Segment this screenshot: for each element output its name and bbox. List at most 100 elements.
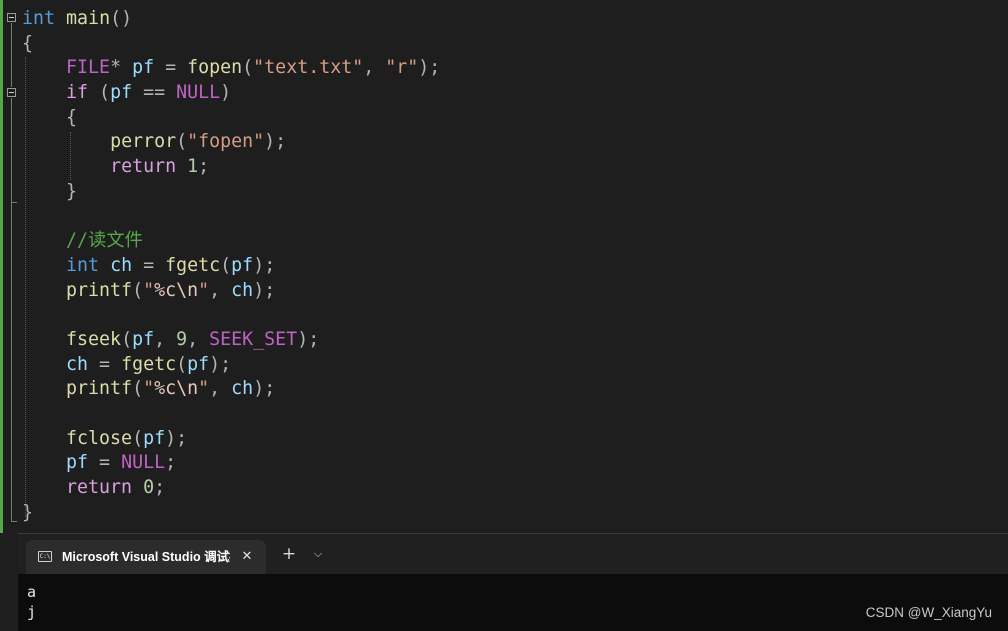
code-token: =	[132, 254, 166, 276]
code-token: );	[253, 279, 276, 301]
code-line[interactable]: printf("%c\n", ch);	[22, 279, 440, 304]
code-token: 1	[187, 156, 199, 178]
code-editor[interactable]: int main(){ FILE* pf = fopen("text.txt",…	[0, 0, 1008, 533]
code-line[interactable]: fclose(pf);	[22, 427, 440, 452]
code-token: 9	[176, 328, 188, 350]
code-line[interactable]: int ch = fgetc(pf);	[22, 254, 440, 279]
code-token: SEEK_SET	[209, 328, 298, 350]
code-line[interactable]: ch = fgetc(pf);	[22, 353, 440, 378]
code-line[interactable]: FILE* pf = fopen("text.txt", "r");	[22, 56, 440, 81]
console-output-line: j	[27, 603, 37, 621]
code-token: pf	[66, 452, 89, 474]
new-tab-icon[interactable]: +	[279, 544, 299, 564]
code-token: "	[198, 279, 210, 301]
code-token: printf	[66, 378, 133, 400]
code-token: )	[220, 82, 232, 104]
terminal-tab[interactable]: C:\ Microsoft Visual Studio 调试控制台 ✕	[26, 540, 266, 574]
code-token: ,	[363, 57, 386, 79]
code-line[interactable]: printf("%c\n", ch);	[22, 377, 440, 402]
code-token: (	[220, 254, 232, 276]
code-token: %c	[154, 378, 177, 400]
code-token: "	[143, 378, 155, 400]
code-token: return	[66, 477, 133, 499]
code-line[interactable]: }	[22, 501, 440, 526]
code-token: ;	[198, 156, 210, 178]
code-token: int	[22, 8, 56, 29]
code-token: ch	[231, 279, 254, 301]
code-token: pf	[187, 353, 210, 375]
collapse-main-icon[interactable]	[7, 13, 16, 22]
code-token: fgetc	[165, 254, 221, 276]
code-line[interactable]: {	[22, 32, 440, 57]
code-line[interactable]: if (pf == NULL)	[22, 81, 440, 106]
code-token: }	[22, 501, 34, 523]
code-token: (	[242, 57, 254, 79]
code-line[interactable]	[22, 303, 440, 328]
code-token: =	[154, 57, 188, 79]
console-icon: C:\	[38, 551, 52, 562]
code-lines: int main(){ FILE* pf = fopen("text.txt",…	[22, 7, 440, 525]
outline-line-main	[11, 23, 12, 87]
code-token: (	[132, 279, 144, 301]
code-token: fclose	[66, 427, 133, 449]
code-token: ;	[165, 452, 177, 474]
code-line[interactable]: //读文件	[22, 229, 440, 254]
code-token: ==	[132, 82, 177, 104]
code-token: ch	[231, 378, 254, 400]
code-line[interactable]: return 1;	[22, 155, 440, 180]
close-tab-icon[interactable]: ✕	[238, 548, 256, 566]
code-token: ch	[66, 353, 89, 375]
terminal-tab-bar: C:\ Microsoft Visual Studio 调试控制台 ✕ + ⌵	[18, 534, 1008, 574]
code-token: "r"	[385, 57, 419, 79]
code-line[interactable]	[22, 205, 440, 230]
code-line[interactable]: return 0;	[22, 476, 440, 501]
code-line[interactable]: fseek(pf, 9, SEEK_SET);	[22, 328, 440, 353]
code-token: //读文件	[66, 230, 143, 252]
code-token: *	[110, 57, 133, 79]
code-token: NULL	[121, 452, 166, 474]
code-line[interactable]	[22, 402, 440, 427]
chevron-down-icon[interactable]: ⌵	[309, 544, 327, 564]
code-line[interactable]: int main()	[22, 7, 440, 32]
code-token: pf	[231, 254, 254, 276]
watermark-text: CSDN @W_XiangYu	[865, 605, 992, 620]
code-token: ;	[154, 477, 166, 499]
code-line[interactable]: {	[22, 106, 440, 131]
code-token: );	[297, 328, 320, 350]
code-token: (	[176, 131, 188, 153]
code-token: );	[264, 131, 287, 153]
outline-end-main	[11, 521, 17, 522]
code-token: =	[88, 353, 122, 375]
code-token: perror	[110, 131, 177, 153]
code-token: pf	[132, 57, 155, 79]
debug-console-window[interactable]: C:\ Microsoft Visual Studio 调试控制台 ✕ + ⌵ …	[18, 533, 1008, 631]
code-token: fgetc	[121, 353, 177, 375]
code-token: (	[132, 427, 144, 449]
code-token: NULL	[176, 82, 221, 104]
code-token: );	[253, 254, 276, 276]
code-token: FILE	[66, 57, 111, 79]
code-token: ,	[187, 328, 210, 350]
code-token: }	[66, 180, 78, 202]
outline-line-main-tail	[11, 203, 12, 521]
code-line[interactable]: pf = NULL;	[22, 451, 440, 476]
code-line[interactable]: perror("fopen");	[22, 130, 440, 155]
code-line[interactable]: }	[22, 180, 440, 205]
code-token: main	[66, 8, 111, 29]
terminal-tab-title: Microsoft Visual Studio 调试控制台	[62, 550, 230, 564]
code-token: ,	[209, 378, 232, 400]
code-token: {	[66, 106, 78, 128]
collapse-if-icon[interactable]	[7, 88, 16, 97]
